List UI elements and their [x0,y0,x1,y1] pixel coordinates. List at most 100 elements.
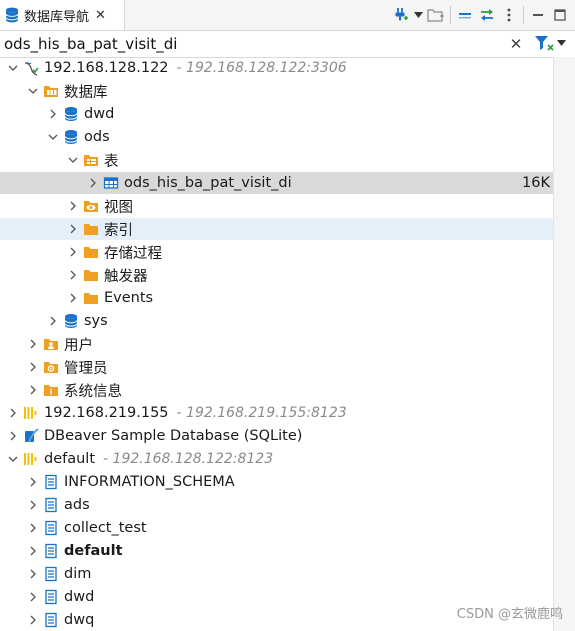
collapse-all-icon[interactable] [454,4,476,26]
tree-item-label: Events [104,290,154,306]
tree-item-label: 索引 [104,222,133,239]
tree-item[interactable]: 视图 [0,195,553,217]
chevron-right-icon[interactable] [7,407,19,419]
tree-item[interactable]: 192.168.219.155 - 192.168.219.155:8123 [0,402,553,424]
tree-item-label: 系统信息 [64,383,122,400]
tree-item-label: DBeaver Sample Database (SQLite) [44,428,303,444]
tree-item[interactable]: ads [0,494,553,516]
schema-icon [43,474,59,490]
tree-item[interactable]: collect_test [0,517,553,539]
users-folder-icon [43,336,59,352]
clickhouse-connection-icon [23,405,39,421]
toolbar-separator [450,6,451,24]
tree-item-label: 192.168.128.122 [44,60,169,76]
tree-item-label: dim [64,566,92,582]
chevron-right-icon[interactable] [27,384,39,396]
chevron-right-icon[interactable] [27,568,39,580]
sqlite-connection-icon [23,428,39,444]
tab-database-navigator[interactable]: 数据库导航 ✕ [0,0,125,30]
chevron-right-icon[interactable] [27,591,39,603]
chevron-right-icon[interactable] [27,545,39,557]
filter-icon[interactable] [534,35,554,53]
tree-item-label: sys [84,313,108,329]
tree-item[interactable]: Events [0,287,553,309]
schema-icon [43,543,59,559]
chevron-right-icon[interactable] [27,499,39,511]
tree-item-label: dwd [84,106,115,122]
tree-item[interactable]: DBeaver Sample Database (SQLite) [0,425,553,447]
chevron-right-icon[interactable] [67,269,79,281]
view-tab-bar: 数据库导航 ✕ [0,0,575,31]
tree-item[interactable]: 存储过程 [0,241,553,263]
tree-item[interactable]: ods [0,126,553,148]
tree-item[interactable]: 表 [0,149,553,171]
tree-item[interactable]: default - 192.168.128.122:8123 [0,448,553,470]
tree-item-label: 视图 [104,199,133,216]
clear-filter-icon[interactable]: ✕ [508,34,524,54]
chevron-right-icon[interactable] [67,246,79,258]
new-connection-icon[interactable] [389,4,411,26]
tree-item-size: 16K [522,175,550,191]
chevron-right-icon[interactable] [47,108,59,120]
chevron-right-icon[interactable] [7,430,19,442]
minimize-icon[interactable] [527,4,549,26]
tree-item-label: 用户 [64,337,93,354]
new-folder-icon[interactable] [425,4,447,26]
tree-item[interactable]: INFORMATION_SCHEMA [0,471,553,493]
chevron-right-icon[interactable] [47,315,59,327]
schema-icon [43,520,59,536]
database-navigator-icon [5,7,19,23]
chevron-right-icon[interactable] [27,614,39,626]
navigator-tree: 192.168.128.122 - 192.168.128.122:3306 数据… [0,57,553,631]
tree-item-address: - 192.168.128.122:3306 [176,60,347,76]
system-info-icon [43,382,59,398]
chevron-down-icon[interactable] [67,154,79,166]
close-tab-icon[interactable]: ✕ [95,8,106,23]
link-with-editor-icon[interactable] [476,4,498,26]
tree-item[interactable]: 系统信息 [0,379,553,401]
tree-item[interactable]: sys [0,310,553,332]
chevron-down-icon[interactable] [47,131,59,143]
folder-icon [83,221,99,237]
tree-item[interactable]: ods_his_ba_pat_visit_di 16K [0,172,553,194]
tree-item-label: dwd [64,589,95,605]
tree-item[interactable]: dim [0,563,553,585]
chevron-right-icon[interactable] [67,223,79,235]
tree-item[interactable]: default [0,540,553,562]
folder-icon [83,267,99,283]
mysql-connection-icon [23,60,39,76]
tree-item[interactable]: dwd [0,103,553,125]
filter-input[interactable] [4,33,504,55]
filter-bar: ✕ [0,31,575,58]
chevron-down-icon[interactable] [27,85,39,97]
chevron-right-icon[interactable] [27,522,39,534]
chevron-right-icon[interactable] [67,292,79,304]
tree-item-label: 触发器 [104,268,148,285]
tree-item[interactable]: 触发器 [0,264,553,286]
tree-item[interactable]: 索引 [0,218,553,240]
chevron-down-icon[interactable] [7,453,19,465]
schema-icon [43,497,59,513]
tab-title: 数据库导航 [24,9,90,25]
chevron-right-icon[interactable] [27,361,39,373]
chevron-right-icon[interactable] [87,177,99,189]
chevron-right-icon[interactable] [67,200,79,212]
chevron-down-icon[interactable] [7,62,19,74]
chevron-right-icon[interactable] [27,338,39,350]
tree-item[interactable]: 管理员 [0,356,553,378]
dropdown-arrow-icon[interactable] [411,4,425,26]
tree-item-label: ods [84,129,110,145]
admin-folder-icon [43,359,59,375]
tree-item-address: - 192.168.219.155:8123 [176,405,347,421]
vertical-scrollbar[interactable] [553,57,575,631]
tree-item-label: dwq [64,612,95,628]
tree-item[interactable]: 用户 [0,333,553,355]
chevron-right-icon[interactable] [27,476,39,488]
database-icon [63,106,79,122]
tree-item[interactable]: 数据库 [0,80,553,102]
tree-item-label: default [64,543,123,559]
maximize-icon[interactable] [549,4,571,26]
tree-item[interactable]: 192.168.128.122 - 192.168.128.122:3306 [0,57,553,79]
view-menu-icon[interactable] [498,4,520,26]
filter-dropdown-icon[interactable] [557,36,569,52]
